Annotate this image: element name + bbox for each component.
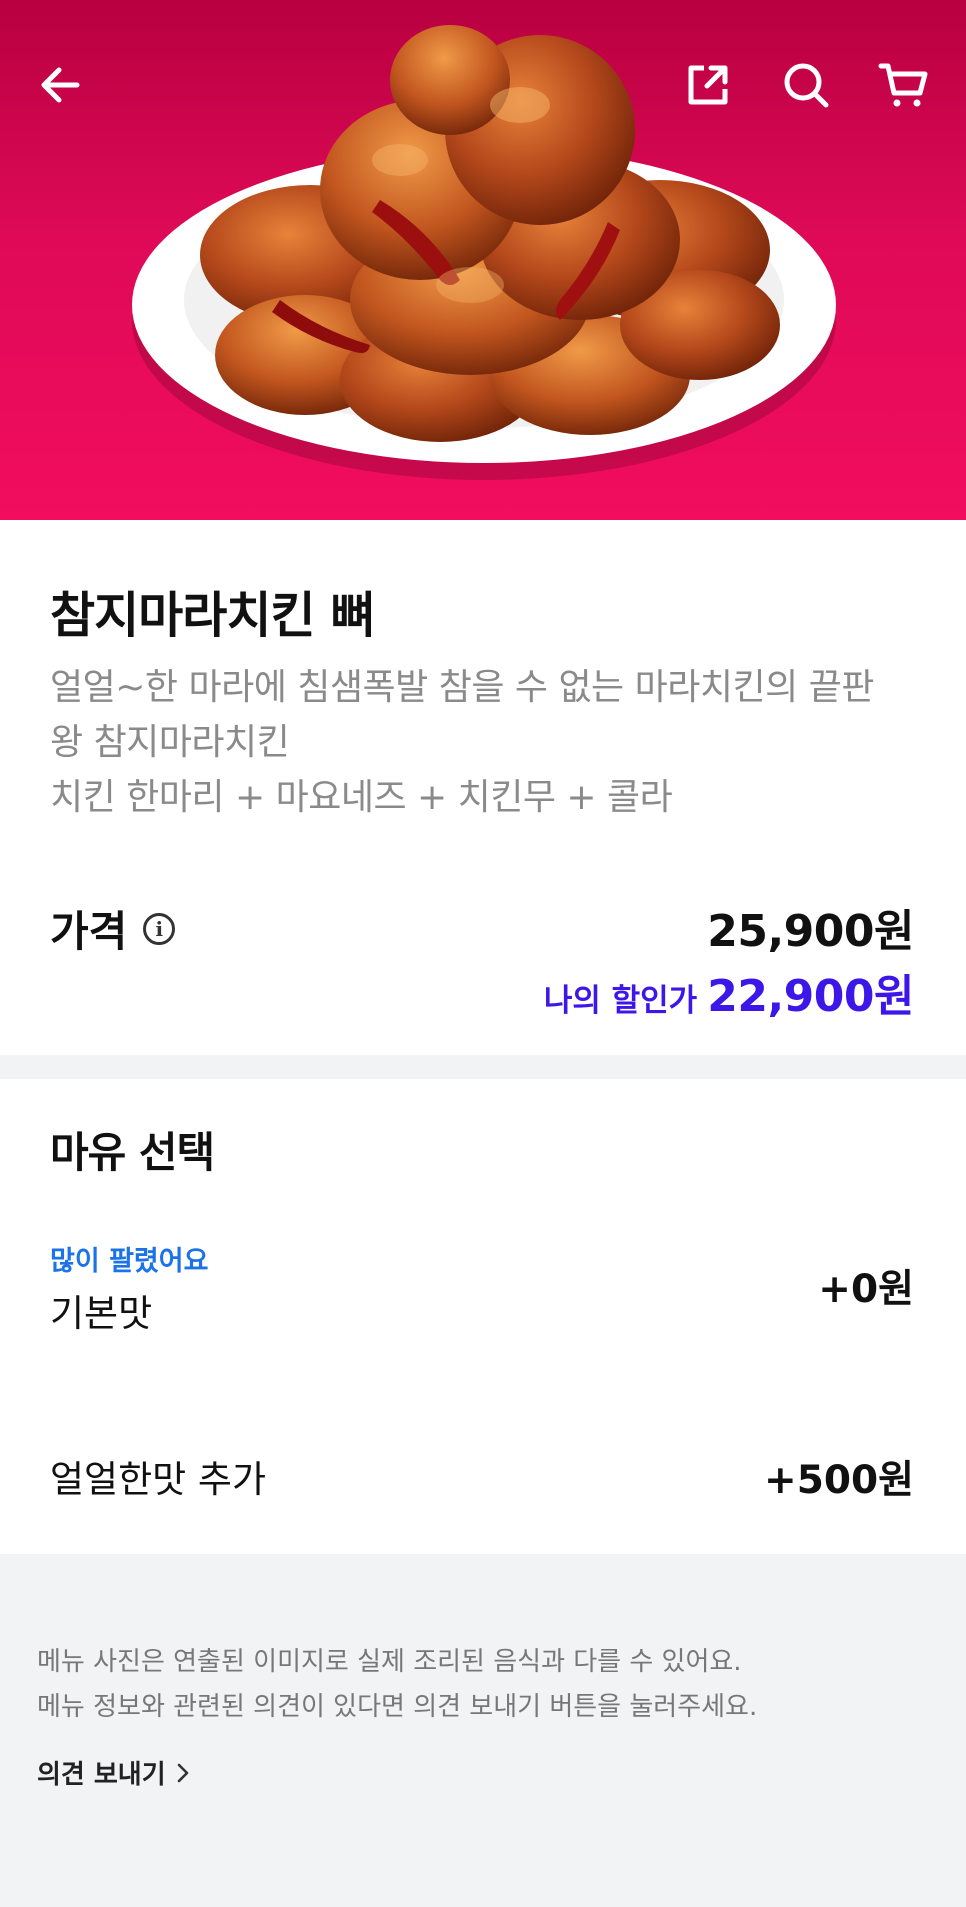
price-label-row: 가격 i: [50, 898, 176, 959]
option-price: +500원: [764, 1458, 914, 1503]
cart-button[interactable]: [873, 55, 933, 115]
notice-line: 메뉴 사진은 연출된 이미지로 실제 조리된 음식과 다를 수 있어요.: [37, 1647, 742, 1677]
discount-label: 나의 할인가: [543, 983, 698, 1019]
section-divider: [0, 1055, 966, 1079]
share-icon: [688, 65, 728, 105]
info-icon[interactable]: i: [143, 912, 176, 945]
discount-price-row: 나의 할인가 22,900원: [543, 960, 915, 1024]
chevron-right-icon: [177, 1763, 188, 1782]
product-title: 참지마라치킨 뼈: [50, 587, 376, 644]
original-price: 25,900원: [707, 906, 914, 957]
option-section-title: 마유 선택: [50, 1128, 215, 1177]
product-hero-image: [0, 0, 966, 520]
notice-line: 메뉴 정보와 관련된 의견이 있다면 의견 보내기 버튼을 눌러주세요.: [37, 1692, 758, 1722]
discount-price: 22,900원: [707, 971, 914, 1022]
arrow-left-icon: [41, 67, 80, 103]
search-button[interactable]: [776, 55, 836, 115]
product-description: 얼얼~한 마라에 침샘폭발 참을 수 없는 마라치킨의 끝판 왕 참지마라치킨 …: [50, 660, 920, 825]
feedback-label: 의견 보내기: [37, 1760, 166, 1790]
send-feedback-link[interactable]: 의견 보내기: [37, 1754, 192, 1791]
popular-badge: 많이 팔렸어요: [50, 1246, 209, 1277]
option-item-basic[interactable]: 많이 팔렸어요 기본맛 +0원: [0, 1239, 966, 1359]
option-name: 얼얼한맛 추가: [50, 1458, 267, 1501]
footer-notice-section: 메뉴 사진은 연출된 이미지로 실제 조리된 음식과 다를 수 있어요. 메뉴 …: [0, 1554, 966, 1907]
option-price: +0원: [818, 1267, 914, 1312]
search-icon: [784, 63, 829, 108]
description-line: 얼얼~한 마라에 침샘폭발 참을 수 없는 마라치킨의 끝판: [50, 667, 874, 708]
share-button[interactable]: [678, 55, 738, 115]
image-notice: 메뉴 사진은 연출된 이미지로 실제 조리된 음식과 다를 수 있어요. 메뉴 …: [37, 1640, 757, 1730]
description-line: 치킨 한마리 + 마요네즈 + 치킨무 + 콜라: [50, 777, 673, 818]
product-info-section: 참지마라치킨 뼈 얼얼~한 마라에 침샘폭발 참을 수 없는 마라치킨의 끝판 …: [0, 520, 966, 1055]
option-name: 기본맛: [50, 1292, 153, 1335]
price-label: 가격: [50, 907, 128, 956]
option-item-spicy[interactable]: 얼얼한맛 추가 +500원: [0, 1449, 966, 1519]
back-button[interactable]: [30, 55, 90, 115]
description-line: 왕 참지마라치킨: [50, 722, 290, 763]
cart-icon: [878, 63, 928, 107]
option-section: 마유 선택 많이 팔렸어요 기본맛 +0원 얼얼한맛 추가 +500원: [0, 1079, 966, 1554]
